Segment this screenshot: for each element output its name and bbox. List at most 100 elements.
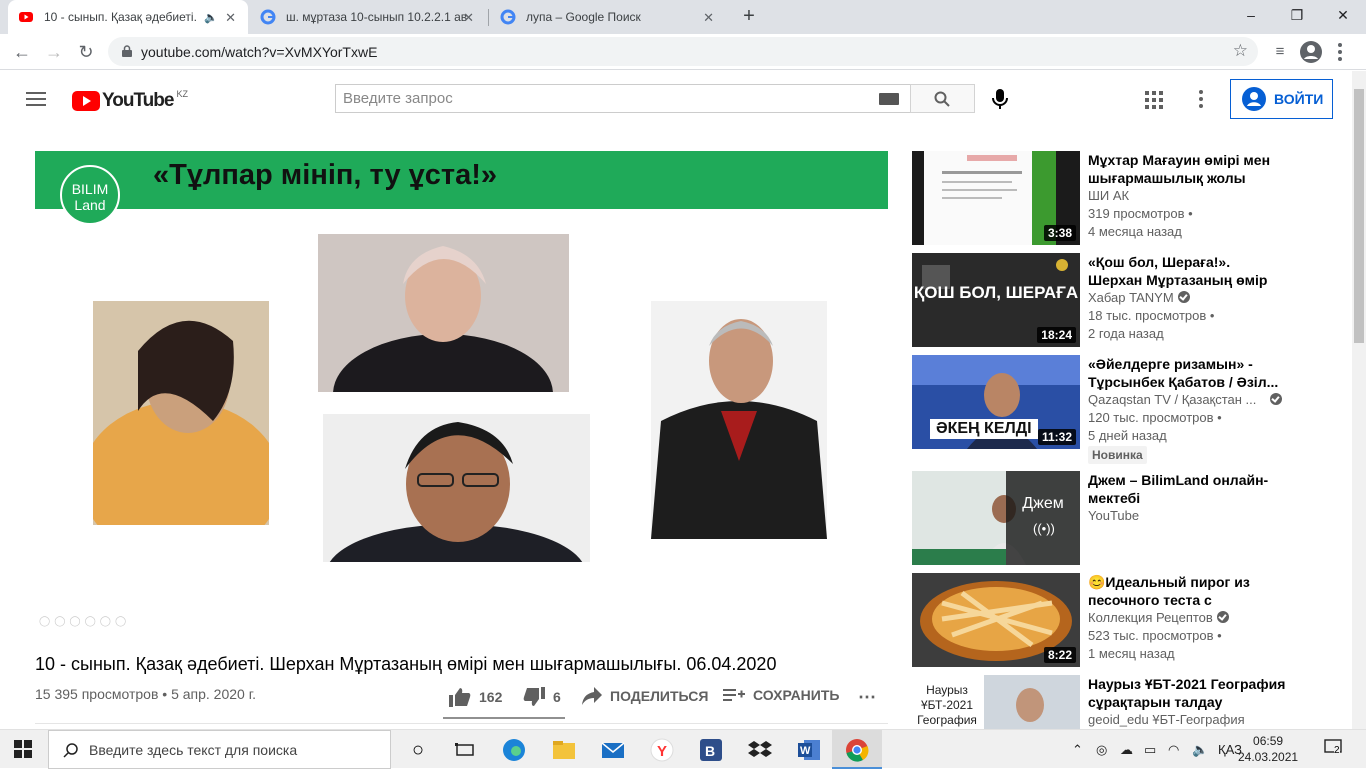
edge-browser-icon[interactable] xyxy=(501,737,527,763)
thumbs-down-icon xyxy=(523,687,545,706)
minimize-button[interactable]: – xyxy=(1228,0,1274,30)
video-title[interactable]: Наурыз ҰБТ-2021 География сұрақтарын тал… xyxy=(1088,675,1288,711)
channel-name[interactable]: YouTube xyxy=(1088,508,1139,523)
yandex-browser-icon[interactable]: Y xyxy=(649,737,675,763)
profile-icon[interactable] xyxy=(1299,40,1323,64)
apps-grid-icon[interactable] xyxy=(1145,91,1163,109)
media-queue-icon[interactable]: ≡ xyxy=(1268,40,1292,64)
save-button[interactable]: СОХРАНИТЬ xyxy=(723,687,839,703)
video-duration: 8:22 xyxy=(1043,647,1076,663)
tray-app-icon[interactable]: ◎ xyxy=(1096,742,1107,758)
tab-close-icon[interactable]: ✕ xyxy=(463,10,474,26)
view-count: 120 тыс. просмотров • xyxy=(1088,410,1222,425)
vk-app-icon[interactable]: B xyxy=(698,737,724,763)
youtube-logo[interactable]: YouTube KZ xyxy=(72,89,188,112)
thumbnail-text: ҚОШ БОЛ, ШЕРАҒА xyxy=(913,283,1079,302)
channel-name[interactable]: Qazaqstan TV / Қазақстан ... xyxy=(1088,392,1256,407)
battery-icon[interactable]: ▭ xyxy=(1144,742,1156,758)
video-title[interactable]: 😊Идеальный пирог из песочного теста с тв… xyxy=(1088,573,1288,609)
tab-strip: 10 - сынып. Қазақ әдебиеті. Ше 🔈 ✕ ш. мұ… xyxy=(0,0,1366,34)
youtube-favicon-icon xyxy=(19,12,33,22)
recommended-video[interactable]: ҚОШ БОЛ, ШЕРАҒА 18:24 «Қош бол, Шерағa!»… xyxy=(912,253,1352,347)
tab-close-icon[interactable]: ✕ xyxy=(703,10,714,26)
tab-youtube[interactable]: 10 - сынып. Қазақ әдебиеті. Ше 🔈 ✕ xyxy=(8,0,248,34)
video-title[interactable]: Мұхтар Мағауин өмірі мен шығармашылық жо… xyxy=(1088,151,1288,187)
video-thumbnail[interactable]: Джем ((•)) xyxy=(912,471,1080,565)
channel-name[interactable]: Хабар TANYM xyxy=(1088,290,1174,305)
channel-name[interactable]: geoid_edu ҰБТ-География xyxy=(1088,712,1245,727)
channel-row[interactable]: Qazaqstan TV / Қазақстан ... xyxy=(1088,392,1283,407)
channel-row[interactable]: Хабар TANYM xyxy=(1088,290,1190,305)
taskbar-chrome-active[interactable] xyxy=(832,730,882,769)
video-title[interactable]: Джем – BilimLand онлайн-мектебі xyxy=(1088,471,1288,507)
recommended-video[interactable]: 8:22 😊Идеальный пирог из песочного теста… xyxy=(912,573,1352,667)
mail-icon[interactable] xyxy=(600,737,626,763)
clock-date: 24.03.2021 xyxy=(1238,750,1299,764)
channel-row[interactable]: Коллекция Рецептов xyxy=(1088,610,1229,625)
portrait-photo-elderly-woman xyxy=(318,234,569,392)
file-explorer-icon[interactable] xyxy=(551,737,577,763)
video-player[interactable]: BILIM Land «Тұлпар мініп, ту ұста!» ◯◯◯◯… xyxy=(35,151,888,630)
notifications-button[interactable]: 2 xyxy=(1324,739,1348,759)
recommended-video[interactable]: ӘКЕҢ КЕЛДІ 11:32 «Әйелдерге ризамын» - Т… xyxy=(912,355,1352,464)
search-icon xyxy=(934,91,950,107)
video-thumbnail[interactable]: ҚОШ БОЛ, ШЕРАҒА 18:24 xyxy=(912,253,1080,347)
thumbnail-text: Джем xyxy=(1022,495,1064,512)
account-icon xyxy=(1242,87,1266,111)
dropbox-icon[interactable] xyxy=(747,737,773,763)
audio-icon[interactable]: 🔈 xyxy=(204,11,218,24)
address-bar[interactable]: youtube.com/watch?v=XvMXYorTxwE ☆ xyxy=(108,37,1258,66)
logo-line-2: Land xyxy=(74,197,106,213)
portrait-photo-man-glasses xyxy=(323,414,590,562)
recommended-video[interactable]: Джем ((•)) Джем – BilimLand онлайн-мекте… xyxy=(912,471,1352,565)
forward-arrow-icon[interactable]: → xyxy=(42,40,66,64)
channel-name[interactable]: Коллекция Рецептов xyxy=(1088,610,1213,625)
video-thumbnail[interactable]: 3:38 xyxy=(912,151,1080,245)
scrollbar-thumb[interactable] xyxy=(1354,89,1364,343)
search-input[interactable] xyxy=(336,85,856,112)
search-button[interactable] xyxy=(910,84,975,113)
taskbar-search-input[interactable]: Введите здесь текст для поиска xyxy=(48,730,391,769)
browser-menu-icon[interactable] xyxy=(1338,43,1342,61)
share-button[interactable]: ПОДЕЛИТЬСЯ xyxy=(582,687,708,705)
tray-expand-icon[interactable]: ⌃ xyxy=(1072,742,1083,758)
recommended-video[interactable]: 3:38 Мұхтар Мағауин өмірі мен шығармашыл… xyxy=(912,151,1352,245)
cortana-icon[interactable]: ○ xyxy=(405,737,431,763)
bookmark-star-icon[interactable]: ☆ xyxy=(1233,41,1248,61)
more-actions-icon[interactable]: ⋯ xyxy=(858,687,878,708)
page-scrollbar[interactable] xyxy=(1352,71,1366,729)
portrait-photo-man-suit xyxy=(651,301,827,539)
tab-google-search-1[interactable]: ш. мұртаза 10-сынып 10.2.2.1 ав ✕ xyxy=(250,0,486,34)
keyboard-icon[interactable] xyxy=(879,93,899,105)
reload-icon[interactable]: ↻ xyxy=(74,40,98,64)
volume-icon[interactable]: 🔈 xyxy=(1192,742,1208,758)
clock-time: 06:59 xyxy=(1253,734,1284,748)
like-button[interactable]: 162 xyxy=(449,687,502,707)
signin-button[interactable]: ВОЙТИ xyxy=(1230,79,1333,119)
task-view-icon[interactable] xyxy=(452,737,478,763)
word-icon[interactable]: W xyxy=(796,737,822,763)
settings-menu-icon[interactable] xyxy=(1199,90,1205,108)
video-thumbnail[interactable]: Наурыз ҰБТ-2021 География xyxy=(912,675,1080,729)
video-thumbnail[interactable]: 8:22 xyxy=(912,573,1080,667)
onedrive-icon[interactable]: ☁ xyxy=(1120,742,1133,758)
browser-toolbar: ← → ↻ youtube.com/watch?v=XvMXYorTxwE ☆ … xyxy=(0,34,1366,70)
maximize-button[interactable]: ❐ xyxy=(1274,0,1320,30)
hamburger-menu-icon[interactable] xyxy=(26,92,46,106)
system-clock[interactable]: 06:59 24.03.2021 xyxy=(1238,733,1298,765)
microphone-icon[interactable] xyxy=(990,88,1010,110)
windows-start-icon[interactable] xyxy=(14,740,32,758)
video-duration: 18:24 xyxy=(1037,327,1076,343)
tab-google-search-2[interactable]: лупа – Google Поиск ✕ xyxy=(490,0,726,34)
tab-close-icon[interactable]: ✕ xyxy=(225,10,236,26)
new-tab-button[interactable]: + xyxy=(738,5,760,27)
wifi-icon[interactable]: ◠ xyxy=(1168,742,1179,758)
dislike-button[interactable]: 6 xyxy=(523,687,561,707)
video-title[interactable]: «Қош бол, Шерағa!». Шерхан Мұртазаның өм… xyxy=(1088,253,1288,289)
channel-name[interactable]: ШИ АК xyxy=(1088,188,1129,203)
video-title[interactable]: «Әйелдерге ризамын» - Тұрсынбек Қабатов … xyxy=(1088,355,1288,391)
back-arrow-icon[interactable]: ← xyxy=(10,40,34,64)
close-window-button[interactable]: ✕ xyxy=(1320,0,1366,30)
recommended-video[interactable]: Наурыз ҰБТ-2021 География Наурыз ҰБТ-202… xyxy=(912,675,1352,729)
video-thumbnail[interactable]: ӘКЕҢ КЕЛДІ 11:32 xyxy=(912,355,1080,449)
